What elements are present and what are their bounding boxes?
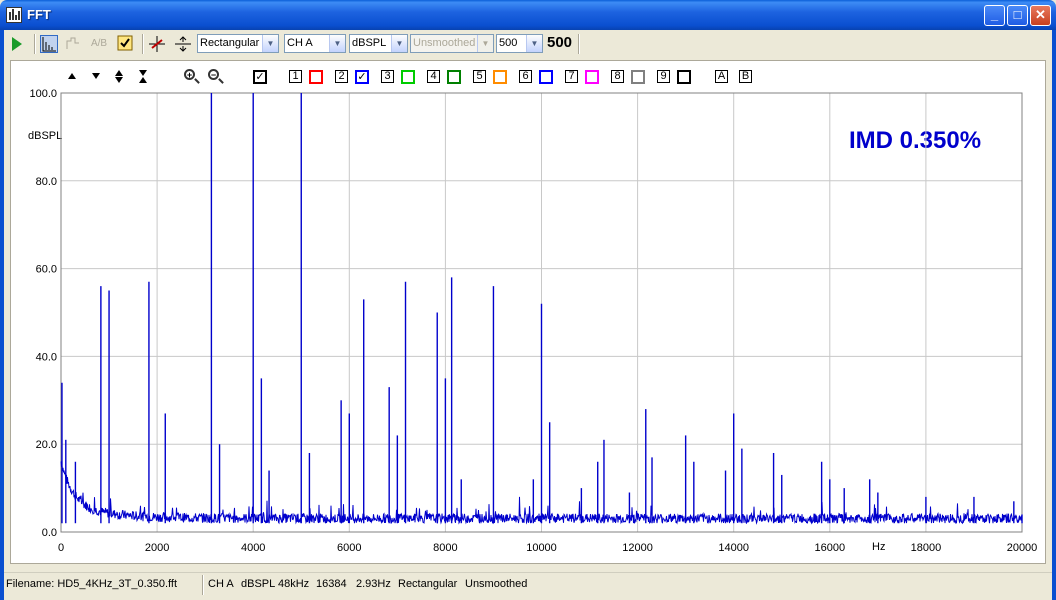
ab-compare-icon: A/B [90,38,108,49]
chevron-down-icon: ▼ [391,35,407,52]
units-select[interactable]: dBSPL ▼ [349,34,408,53]
status-channel: CH A [208,578,234,590]
window-frame-left [0,30,4,600]
spectrum-view-button[interactable] [40,35,58,53]
status-fft-size: 16384 [316,578,347,590]
cursor-button[interactable] [148,35,166,53]
title-bar: FFT _ □ ✕ [0,0,1056,30]
x-tick-label: 4000 [241,542,265,554]
fft-plot-panel: + − ✓ 1 2 ✓ 3 4 5 6 7 8 9 A B dBSPL Hz IMD 0.350%… [10,60,1046,564]
crosshair-icon [149,36,165,52]
smoothing-value: Unsmoothed [413,37,476,49]
smoothing-select[interactable]: Unsmoothed ▼ [410,34,494,53]
y-tick-label: 20.0 [36,439,57,451]
averages-select[interactable]: 500 ▼ [496,34,543,53]
averages-value: 500 [499,37,518,49]
toolbar-separator [142,34,144,54]
x-tick-label: 2000 [145,542,169,554]
status-filename: Filename: HD5_4KHz_3T_0.350.fft [6,578,177,590]
chevron-down-icon: ▼ [329,35,345,52]
status-window: Rectangular [398,578,458,590]
channel-value: CH A [287,37,313,49]
minimize-button[interactable]: _ [984,5,1005,26]
x-tick-label: 14000 [718,542,749,554]
peak-hold-icon [66,37,79,49]
fft-app-icon [6,7,22,23]
close-button[interactable]: ✕ [1030,5,1051,26]
status-bar: Filename: HD5_4KHz_3T_0.350.fft CH A dBS… [4,572,1052,597]
x-tick-label: 6000 [337,542,361,554]
x-tick-label: 18000 [911,542,942,554]
toolbar: A/B Rectangular ▼ CH A ▼ dBSPL ▼ Unsmoot… [4,30,1052,58]
chevron-down-icon: ▼ [262,35,278,52]
run-button[interactable] [8,35,26,53]
toolbar-separator [34,34,36,54]
window-frame-right [1052,30,1056,600]
x-tick-label: 10000 [526,542,557,554]
channel-select[interactable]: CH A ▼ [284,34,346,53]
units-value: dBSPL [352,37,387,49]
status-resolution: 2.93Hz [356,578,391,590]
window-title: FFT [27,7,51,22]
chevron-down-icon: ▼ [477,35,493,52]
play-icon [12,37,22,51]
status-rate: 48kHz [278,578,310,590]
status-divider [202,575,204,595]
y-tick-label: 80.0 [36,176,57,188]
toolbar-separator [578,34,580,54]
options-button[interactable] [116,35,134,53]
window-type-value: Rectangular [200,37,260,49]
ab-compare-button[interactable]: A/B [90,35,108,53]
x-tick-label: 20000 [1007,542,1038,554]
scale-button[interactable] [174,35,192,53]
bar-spectrum-icon [42,37,56,52]
average-count: 500 [547,34,573,51]
fft-chart[interactable]: 0 2000 4000 6000 8000 10000 12000 14000 16000 180… [11,61,1045,563]
peak-hold-button[interactable] [64,35,82,53]
expand-vertical-icon [175,36,191,52]
maximize-button[interactable]: □ [1007,5,1028,26]
chevron-down-icon: ▼ [526,35,542,52]
y-tick-label: 40.0 [36,351,57,363]
y-tick-label: 100.0 [29,88,57,100]
x-tick-label: 12000 [622,542,653,554]
y-tick-label: 0.0 [42,527,57,539]
status-units: dBSPL [241,578,276,590]
x-tick-label: 8000 [433,542,457,554]
window-type-select[interactable]: Rectangular ▼ [197,34,279,53]
status-smoothing: Unsmoothed [465,578,528,590]
x-tick-label: 16000 [815,542,846,554]
y-tick-label: 60.0 [36,264,57,276]
x-tick-label: 0 [58,542,64,554]
checklist-icon [117,35,133,51]
